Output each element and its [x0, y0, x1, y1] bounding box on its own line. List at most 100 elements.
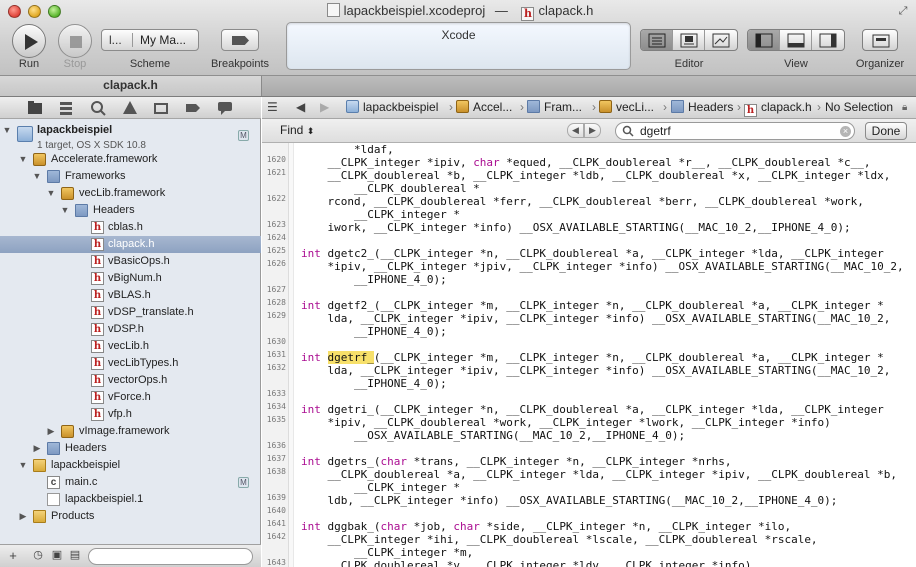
back-arrow-icon[interactable]: ◀	[296, 97, 305, 118]
framework-icon	[61, 187, 74, 200]
disclosure-open-icon[interactable]: ▼	[2, 122, 12, 139]
related-items-icon[interactable]: ☰	[267, 97, 278, 118]
scm-status-icon[interactable]: ▤	[68, 549, 82, 563]
toggle-debug-area-button[interactable]	[780, 30, 812, 50]
line-number: 1641	[266, 519, 286, 528]
jump-crumb-selection[interactable]: No Selection	[825, 97, 893, 118]
code-line: __CLPK_integer *	[301, 208, 460, 221]
find-previous-button[interactable]: ◀	[567, 123, 584, 138]
disclosure-open-icon[interactable]: ▼	[18, 151, 28, 168]
tree-item-products[interactable]: ▶ Products	[0, 508, 261, 525]
tree-item-vbignum-h[interactable]: h vBigNum.h	[0, 270, 261, 287]
code-line: __CLPK_doublereal *a, __CLPK_integer *ld…	[301, 468, 898, 481]
breakpoints-button[interactable]	[221, 29, 259, 51]
disclosure-open-icon[interactable]: ▼	[32, 168, 42, 185]
focus-ribbon[interactable]	[289, 143, 294, 567]
add-icon[interactable]: +	[6, 549, 20, 563]
tree-item-lapackbeispiel-group[interactable]: ▼ lapackbeispiel	[0, 457, 261, 474]
fullscreen-icon[interactable]: ⤢	[896, 4, 910, 18]
line-number: 1643	[266, 558, 286, 567]
version-editor-button[interactable]	[705, 30, 737, 50]
organizer-button[interactable]	[862, 29, 898, 51]
organizer-label: Organizer	[855, 58, 905, 70]
unsaved-files-icon[interactable]: ▣	[50, 549, 64, 563]
tree-item-veclib-framework[interactable]: ▼ vecLib.framework	[0, 185, 261, 202]
tree-item-vblas-h[interactable]: h vBLAS.h	[0, 287, 261, 304]
header-file-icon: h	[744, 104, 757, 117]
scheme-divider	[132, 33, 133, 47]
find-mode-popup[interactable]: Find ⬍	[280, 123, 314, 137]
tree-item-vimage-framework[interactable]: ▶ vImage.framework	[0, 423, 261, 440]
clear-search-icon[interactable]: ×	[840, 126, 851, 137]
line-number-gutter[interactable]: 1620 1621 1622 1623 1624 1625 1626 1627 1628 1629…	[262, 143, 289, 567]
tree-item-main-c[interactable]: c main.c M	[0, 474, 261, 491]
tree-item-accelerate-framework[interactable]: ▼ Accelerate.framework	[0, 151, 261, 168]
source-editor[interactable]: 1620 1621 1622 1623 1624 1625 1626 1627 1628 1629…	[262, 143, 916, 567]
jump-crumb-accelerate[interactable]: Accel...	[456, 97, 512, 118]
disclosure-open-icon[interactable]: ▼	[18, 457, 28, 474]
view-control	[747, 29, 845, 51]
framework-icon	[33, 153, 46, 166]
toggle-navigator-button[interactable]	[748, 30, 780, 50]
tree-item-project[interactable]: ▼ lapackbeispiel 1 target, OS X SDK 10.8…	[0, 122, 261, 151]
breakpoint-navigator-tab[interactable]	[185, 100, 201, 116]
jump-crumb-clapack-h[interactable]: h clapack.h	[744, 97, 812, 118]
window-toolbar: lapackbeispiel.xcodeproj — h clapack.h ⤢ …	[0, 0, 916, 76]
tree-item-frameworks[interactable]: ▼ Frameworks	[0, 168, 261, 185]
toggle-utilities-button[interactable]	[812, 30, 844, 50]
assistant-editor-button[interactable]	[673, 30, 705, 50]
stop-button[interactable]	[58, 24, 92, 58]
tree-item-vdsp-translate-h[interactable]: h vDSP_translate.h	[0, 304, 261, 321]
find-done-button[interactable]: Done	[865, 122, 907, 140]
navigator-filter-input[interactable]	[88, 548, 253, 565]
disclosure-closed-icon[interactable]: ▶	[18, 508, 28, 525]
code-line: __CLPK_integer *ipiv, char *equed, __CLP…	[301, 156, 871, 169]
jump-crumb-veclib[interactable]: vecLi...	[599, 97, 654, 118]
run-button[interactable]	[12, 24, 46, 58]
log-navigator-tab[interactable]	[217, 100, 233, 116]
tree-item-headers-2[interactable]: ▶ Headers	[0, 440, 261, 457]
disclosure-closed-icon[interactable]: ▶	[32, 440, 42, 457]
tree-item-headers[interactable]: ▼ Headers	[0, 202, 261, 219]
header-file-icon: h	[91, 255, 104, 268]
tree-item-vecLibtypes-h[interactable]: h vecLibTypes.h	[0, 355, 261, 372]
jump-crumb-project[interactable]: lapackbeispiel	[346, 97, 438, 118]
tree-item-vbasicops-h[interactable]: h vBasicOps.h	[0, 253, 261, 270]
search-navigator-tab[interactable]	[90, 100, 106, 116]
standard-editor-button[interactable]	[641, 30, 673, 50]
lock-icon[interactable]: 🔒︎	[902, 97, 907, 118]
tree-item-veclib-h[interactable]: h vecLib.h	[0, 338, 261, 355]
header-file-icon: h	[91, 221, 104, 234]
debug-navigator-tab[interactable]	[153, 100, 169, 116]
header-file-icon: h	[91, 391, 104, 404]
code-line: lda, __CLPK_integer *ipiv, __CLPK_intege…	[301, 312, 891, 325]
tree-item-vdsp-h[interactable]: h vDSP.h	[0, 321, 261, 338]
header-file-icon: h	[91, 374, 104, 387]
tab-clapack-h[interactable]: clapack.h	[0, 76, 262, 96]
symbol-navigator-tab[interactable]	[58, 100, 74, 116]
code-line: __CLPK_doublereal *b, __CLPK_integer *ld…	[301, 169, 891, 182]
editor-mode-control	[640, 29, 738, 51]
find-input[interactable]	[615, 122, 855, 140]
forward-arrow-icon[interactable]: ▶	[320, 97, 329, 118]
project-navigator-tab[interactable]	[27, 100, 43, 116]
recent-files-icon[interactable]: ◷	[31, 549, 45, 563]
tree-item-vfp-h[interactable]: h vfp.h	[0, 406, 261, 423]
tree-item-clapack-h[interactable]: h clapack.h	[0, 236, 261, 253]
jump-bar: ☰ ◀ ▶ lapackbeispiel › Accel... › Fram..…	[262, 97, 916, 119]
editor-label: Editor	[674, 58, 704, 70]
tree-item-vforce-h[interactable]: h vForce.h	[0, 389, 261, 406]
scheme-popup[interactable]: l... My Ma...	[101, 29, 199, 51]
jump-crumb-frameworks[interactable]: Fram...	[527, 97, 582, 118]
find-next-button[interactable]: ▶	[584, 123, 601, 138]
jump-crumb-headers[interactable]: Headers	[671, 97, 733, 118]
tree-item-lapackbeispiel-1[interactable]: lapackbeispiel.1	[0, 491, 261, 508]
disclosure-closed-icon[interactable]: ▶	[46, 423, 56, 440]
run-label: Run	[18, 58, 40, 70]
line-number: 1623	[266, 220, 286, 229]
tree-item-vectorops-h[interactable]: h vectorOps.h	[0, 372, 261, 389]
disclosure-open-icon[interactable]: ▼	[46, 185, 56, 202]
disclosure-open-icon[interactable]: ▼	[60, 202, 70, 219]
tree-item-cblas-h[interactable]: h cblas.h	[0, 219, 261, 236]
issue-navigator-tab[interactable]	[122, 100, 138, 116]
